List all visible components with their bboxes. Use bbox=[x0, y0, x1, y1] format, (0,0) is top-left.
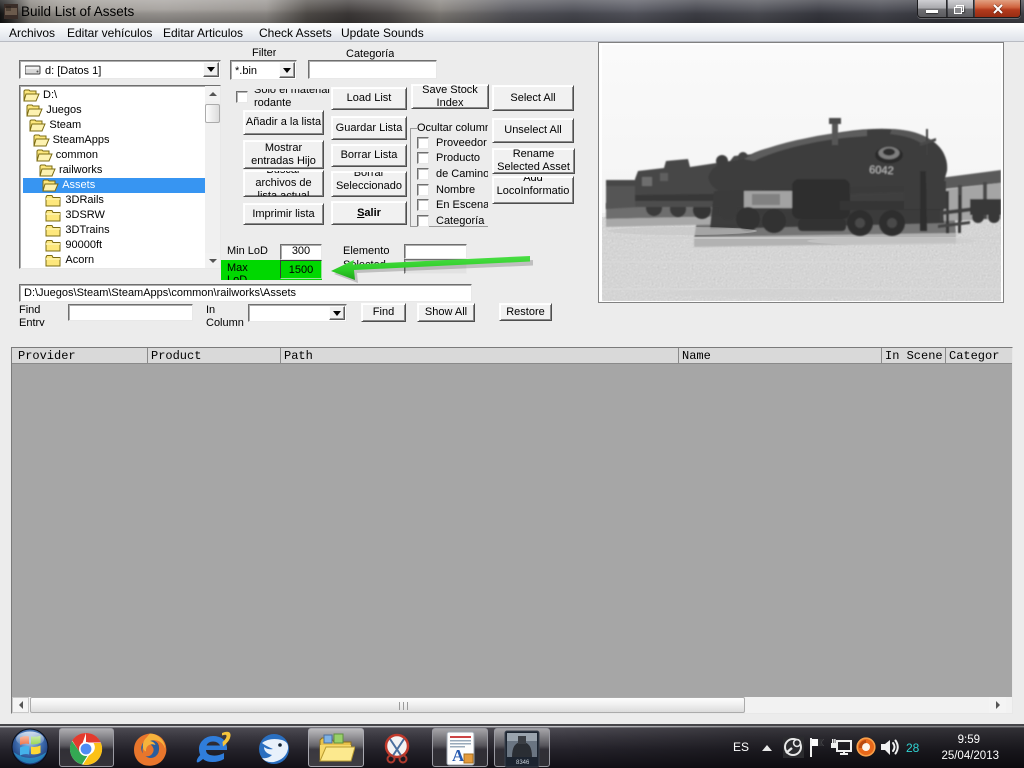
svg-text:6042: 6042 bbox=[869, 164, 894, 177]
svg-text:8346: 8346 bbox=[516, 760, 530, 766]
svg-text:A: A bbox=[452, 746, 465, 765]
